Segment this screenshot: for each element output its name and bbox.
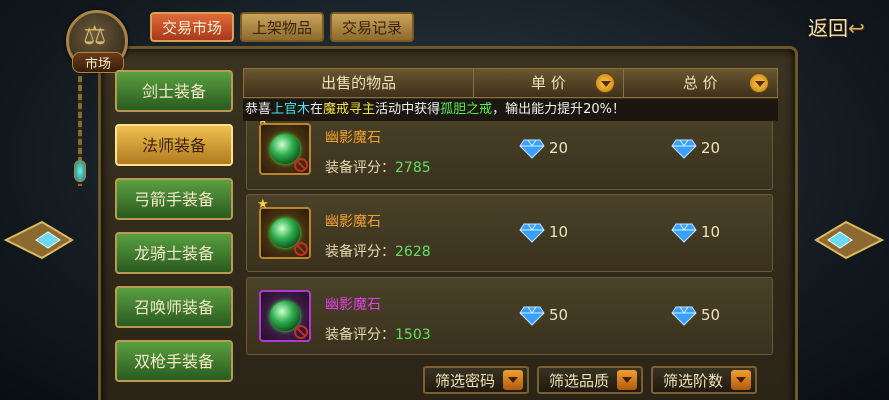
header-unit-price-label: 单 价	[530, 74, 566, 92]
sidebar-item-mage[interactable]: 法师装备	[115, 124, 233, 166]
item-score: 装备评分：2785	[325, 157, 431, 177]
filter-quality-label: 筛选品质	[549, 371, 610, 390]
unit-price: 50	[519, 306, 569, 326]
pendant-gem-icon	[74, 160, 86, 182]
filter-bar: 筛选密码 筛选品质 筛选阶数	[423, 366, 758, 394]
prev-page-arrow-icon[interactable]	[2, 216, 80, 264]
unit-price: 10	[519, 223, 569, 243]
diamond-icon	[519, 139, 545, 159]
back-label: 返回	[808, 16, 848, 40]
item-score-label: 装备评分：	[325, 244, 395, 260]
item-name: 幽影魔石	[325, 297, 381, 313]
unusable-icon	[294, 158, 308, 172]
listing-row[interactable]: ★ 幽影魔石 装备评分：2785 20 20	[246, 110, 773, 190]
class-sidebar: 剑士装备 法师装备 弓箭手装备 龙骑士装备 召唤师装备 双枪手装备	[115, 70, 233, 394]
total-price-value: 50	[701, 306, 721, 324]
header-item: 出售的物品	[321, 74, 397, 92]
item-score-label: 装备评分：	[325, 160, 395, 176]
item-score-label: 装备评分：	[325, 327, 395, 343]
sort-unit-price-icon[interactable]	[594, 73, 615, 93]
item-icon-frame[interactable]	[259, 207, 311, 259]
next-page-arrow-icon[interactable]	[808, 216, 886, 264]
marquee-suffix: ，输出能力提升20%！	[492, 102, 625, 117]
filter-tier-button[interactable]: 筛选阶数	[651, 366, 758, 394]
dropdown-arrow-icon	[731, 370, 752, 390]
item-icon-frame[interactable]	[259, 290, 311, 342]
diamond-icon	[519, 223, 545, 243]
tab-trade-market[interactable]: 交易市场	[150, 12, 235, 42]
item-icon-frame[interactable]	[259, 123, 311, 175]
item-score-value: 2785	[395, 160, 431, 176]
unit-price-value: 20	[549, 139, 569, 157]
diamond-icon	[671, 139, 697, 159]
item-score: 装备评分：1503	[325, 324, 431, 344]
item-score-value: 2628	[395, 244, 431, 260]
unusable-icon	[294, 325, 308, 339]
sidebar-item-swordsman[interactable]: 剑士装备	[115, 70, 233, 112]
filter-quality-button[interactable]: 筛选品质	[537, 366, 644, 394]
top-tabs: 交易市场 上架物品 交易记录	[150, 12, 415, 42]
tab-list-item[interactable]: 上架物品	[240, 12, 325, 42]
filter-password-label: 筛选密码	[435, 371, 496, 390]
sort-total-price-icon[interactable]	[749, 73, 769, 93]
total-price: 10	[671, 223, 721, 243]
total-price-value: 20	[701, 139, 721, 157]
item-score-value: 1503	[395, 327, 431, 343]
unusable-icon	[294, 242, 308, 256]
back-button[interactable]: 返回↩	[808, 12, 865, 41]
unit-price-value: 50	[549, 306, 569, 324]
sidebar-item-archer[interactable]: 弓箭手装备	[115, 178, 233, 220]
marquee-event: 魔戒寻主	[323, 102, 376, 117]
item-name: 幽影魔石	[325, 130, 381, 146]
unit-price-value: 10	[549, 223, 569, 241]
star-icon: ★	[257, 197, 269, 212]
total-price: 50	[671, 306, 721, 326]
total-price: 20	[671, 139, 721, 159]
marquee-prefix: 恭喜	[245, 102, 272, 117]
header-unit-price: 单 价	[473, 69, 622, 97]
item-score: 装备评分：2628	[325, 241, 431, 261]
header-total-price: 总 价	[622, 69, 777, 97]
dropdown-arrow-icon	[617, 370, 638, 390]
announcement-marquee: 恭喜上官木在魔戒寻主活动中获得孤胆之戒，输出能力提升20%！	[243, 99, 778, 121]
filter-password-button[interactable]: 筛选密码	[423, 366, 530, 394]
item-name: 幽影魔石	[325, 214, 381, 230]
sidebar-item-summoner[interactable]: 召唤师装备	[115, 286, 233, 328]
listing-row[interactable]: ★ 幽影魔石 装备评分：2628 10 10	[246, 194, 773, 272]
diamond-icon	[671, 223, 697, 243]
diamond-icon	[671, 306, 697, 326]
sidebar-item-gunner[interactable]: 双枪手装备	[115, 340, 233, 382]
sidebar-item-dragon-knight[interactable]: 龙骑士装备	[115, 232, 233, 274]
filter-tier-label: 筛选阶数	[663, 371, 724, 390]
marquee-mid2: 活动中获得	[375, 102, 441, 117]
diamond-icon	[519, 306, 545, 326]
tab-trade-history[interactable]: 交易记录	[330, 12, 415, 42]
header-total-price-label: 总 价	[682, 74, 718, 92]
total-price-value: 10	[701, 223, 721, 241]
scale-icon: ⚖	[83, 21, 107, 51]
marquee-mid1: 在	[310, 102, 324, 117]
marquee-reward: 孤胆之戒	[440, 102, 493, 117]
listing-row[interactable]: 幽影魔石 装备评分：1503 50 50	[246, 277, 773, 355]
marquee-player: 上官木	[271, 102, 311, 117]
back-arrow-icon: ↩	[848, 16, 865, 40]
unit-price: 20	[519, 139, 569, 159]
table-header: 出售的物品 单 价 总 价	[243, 68, 778, 98]
dropdown-arrow-icon	[503, 370, 524, 390]
